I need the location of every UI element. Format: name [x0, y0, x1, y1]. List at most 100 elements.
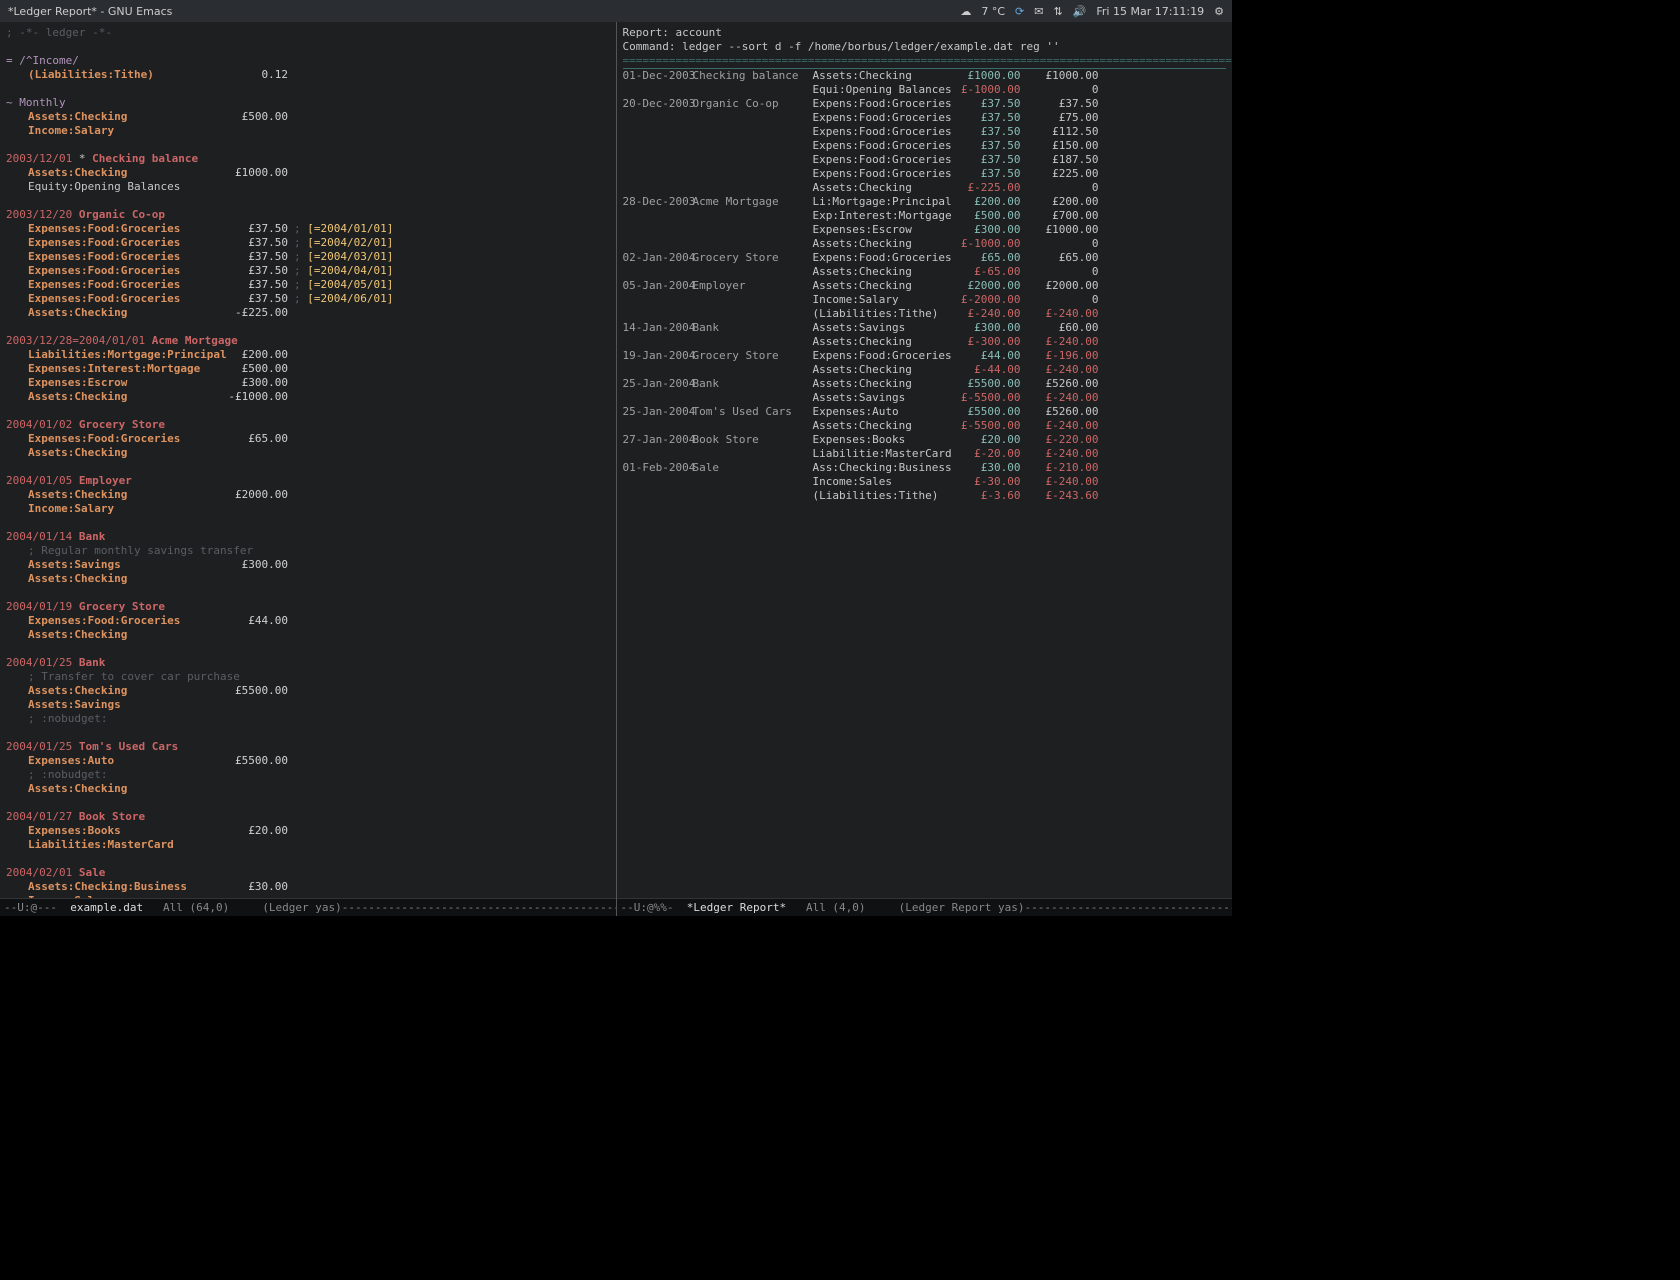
left-modeline: --U:@--- example.dat All (64,0) (Ledger … [0, 898, 616, 916]
transaction-header[interactable]: 2004/01/25 Bank [6, 656, 610, 670]
posting-line[interactable]: Assets:Savings£300.00 [6, 558, 610, 572]
posting-line[interactable]: Assets:Checking£5500.00 [6, 684, 610, 698]
modeline-position: All (64,0) [143, 901, 262, 914]
posting-line[interactable]: Equity:Opening Balances [6, 180, 610, 194]
modeline-mode: (Ledger Report yas) [899, 901, 1025, 914]
report-row[interactable]: Assets:Checking£-300.00£-240.00 [623, 335, 1227, 349]
report-row[interactable]: 25-Jan-2004Tom's Used CarsExpenses:Auto£… [623, 405, 1227, 419]
posting-line[interactable]: Assets:Checking£500.00 [6, 110, 610, 124]
mail-icon[interactable]: ✉ [1034, 5, 1043, 18]
posting-line[interactable]: Assets:Checking [6, 446, 610, 460]
weather-text: 7 °C [981, 5, 1005, 18]
clock[interactable]: Fri 15 Mar 17:11:19 [1096, 5, 1204, 18]
posting-line[interactable]: Assets:Checking-£1000.00 [6, 390, 610, 404]
posting-line[interactable]: Expenses:Food:Groceries£65.00 [6, 432, 610, 446]
report-row[interactable]: 01-Feb-2004SaleAss:Checking:Business£30.… [623, 461, 1227, 475]
report-row[interactable]: Assets:Checking£-44.00£-240.00 [623, 363, 1227, 377]
report-row[interactable]: Expens:Food:Groceries£37.50£75.00 [623, 111, 1227, 125]
posting-line[interactable]: Expenses:Food:Groceries£37.50; [=2004/06… [6, 292, 610, 306]
report-row[interactable]: Assets:Savings£-5500.00£-240.00 [623, 391, 1227, 405]
report-row[interactable]: Income:Sales£-30.00£-240.00 [623, 475, 1227, 489]
report-row[interactable]: (Liabilities:Tithe)£-240.00£-240.00 [623, 307, 1227, 321]
report-row[interactable]: Income:Salary£-2000.000 [623, 293, 1227, 307]
posting-line[interactable]: Expenses:Auto£5500.00 [6, 754, 610, 768]
posting-line[interactable]: Assets:Savings [6, 698, 610, 712]
right-modeline: --U:@%%- *Ledger Report* All (4,0) (Ledg… [617, 898, 1233, 916]
posting-line[interactable]: Assets:Checking£1000.00 [6, 166, 610, 180]
transaction-header[interactable]: 2003/12/01 * Checking balance [6, 152, 610, 166]
report-row[interactable]: 20-Dec-2003Organic Co-opExpens:Food:Groc… [623, 97, 1227, 111]
report-row[interactable]: Expenses:Escrow£300.00£1000.00 [623, 223, 1227, 237]
report-row[interactable]: 25-Jan-2004BankAssets:Checking£5500.00£5… [623, 377, 1227, 391]
report-row[interactable]: 01-Dec-2003Checking balanceAssets:Checki… [623, 69, 1227, 83]
report-row[interactable]: Assets:Checking£-225.000 [623, 181, 1227, 195]
posting-line[interactable]: Assets:Checking [6, 572, 610, 586]
refresh-icon[interactable]: ⟳ [1015, 5, 1024, 18]
posting-line[interactable]: Income:Salary [6, 502, 610, 516]
modeline-fill: ----------------------------------------… [1025, 901, 1232, 914]
report-label: Report: account [623, 26, 1227, 40]
transaction-header[interactable]: 2004/01/27 Book Store [6, 810, 610, 824]
report-row[interactable]: 05-Jan-2004EmployerAssets:Checking£2000.… [623, 279, 1227, 293]
posting-line[interactable]: Expenses:Food:Groceries£37.50; [=2004/04… [6, 264, 610, 278]
volume-icon[interactable]: 🔊 [1073, 5, 1087, 18]
modeline-mode: (Ledger yas) [262, 901, 341, 914]
posting-line[interactable]: Liabilities:Mortgage:Principal£200.00 [6, 348, 610, 362]
modeline-fill: ----------------------------------------… [342, 901, 616, 914]
network-icon[interactable]: ⇅ [1053, 5, 1062, 18]
report-row[interactable]: 14-Jan-2004BankAssets:Savings£300.00£60.… [623, 321, 1227, 335]
window-title: *Ledger Report* - GNU Emacs [8, 5, 960, 18]
report-row[interactable]: 27-Jan-2004Book StoreExpenses:Books£20.0… [623, 433, 1227, 447]
posting-line[interactable]: Income:Salary [6, 124, 610, 138]
emacs-frame: ; -*- ledger -*- = /^Income/(Liabilities… [0, 22, 1232, 916]
report-row[interactable]: 28-Dec-2003Acme MortgageLi:Mortgage:Prin… [623, 195, 1227, 209]
transaction-header[interactable]: 2004/01/02 Grocery Store [6, 418, 610, 432]
posting-line[interactable]: Expenses:Escrow£300.00 [6, 376, 610, 390]
posting-line[interactable]: Assets:Checking:Business£30.00 [6, 880, 610, 894]
report-row[interactable]: Exp:Interest:Mortgage£500.00£700.00 [623, 209, 1227, 223]
transaction-header[interactable]: 2004/01/05 Employer [6, 474, 610, 488]
transaction-header[interactable]: 2004/01/14 Bank [6, 530, 610, 544]
report-row[interactable]: Expens:Food:Groceries£37.50£150.00 [623, 139, 1227, 153]
report-row[interactable]: (Liabilities:Tithe)£-3.60£-243.60 [623, 489, 1227, 503]
ledger-report-buffer[interactable]: Report: accountCommand: ledger --sort d … [617, 22, 1233, 898]
transaction-header[interactable]: 2003/12/20 Organic Co-op [6, 208, 610, 222]
modeline-position: All (4,0) [786, 901, 899, 914]
report-row[interactable]: Assets:Checking£-1000.000 [623, 237, 1227, 251]
posting-line[interactable]: Expenses:Food:Groceries£44.00 [6, 614, 610, 628]
posting-line[interactable]: Assets:Checking [6, 628, 610, 642]
transaction-header[interactable]: 2003/12/28=2004/01/01 Acme Mortgage [6, 334, 610, 348]
ledger-source-buffer[interactable]: ; -*- ledger -*- = /^Income/(Liabilities… [0, 22, 616, 898]
report-row[interactable]: Assets:Checking£-65.000 [623, 265, 1227, 279]
posting-line[interactable]: (Liabilities:Tithe)0.12 [6, 68, 610, 82]
right-pane[interactable]: Report: accountCommand: ledger --sort d … [616, 22, 1233, 916]
posting-line[interactable]: Expenses:Food:Groceries£37.50; [=2004/02… [6, 236, 610, 250]
weather-icon[interactable]: ☁ [960, 5, 971, 18]
report-row[interactable]: Expens:Food:Groceries£37.50£112.50 [623, 125, 1227, 139]
posting-line[interactable]: Expenses:Food:Groceries£37.50; [=2004/05… [6, 278, 610, 292]
report-row[interactable]: Expens:Food:Groceries£37.50£225.00 [623, 167, 1227, 181]
posting-line[interactable]: Expenses:Food:Groceries£37.50; [=2004/01… [6, 222, 610, 236]
modeline-buffer-name: example.dat [70, 901, 143, 914]
report-row[interactable]: Assets:Checking£-5500.00£-240.00 [623, 419, 1227, 433]
left-pane[interactable]: ; -*- ledger -*- = /^Income/(Liabilities… [0, 22, 616, 916]
transaction-header[interactable]: 2004/01/19 Grocery Store [6, 600, 610, 614]
modeline-flags: --U:@%%- [621, 901, 687, 914]
report-row[interactable]: Expens:Food:Groceries£37.50£187.50 [623, 153, 1227, 167]
report-row[interactable]: Liabilitie:MasterCard£-20.00£-240.00 [623, 447, 1227, 461]
posting-line[interactable]: Assets:Checking£2000.00 [6, 488, 610, 502]
modeline-buffer-name: *Ledger Report* [687, 901, 786, 914]
posting-line[interactable]: Assets:Checking [6, 782, 610, 796]
report-row[interactable]: 02-Jan-2004Grocery StoreExpens:Food:Groc… [623, 251, 1227, 265]
report-separator: ========================================… [623, 54, 1227, 69]
posting-line[interactable]: Liabilities:MasterCard [6, 838, 610, 852]
transaction-header[interactable]: 2004/02/01 Sale [6, 866, 610, 880]
posting-line[interactable]: Assets:Checking-£225.00 [6, 306, 610, 320]
posting-line[interactable]: Expenses:Books£20.00 [6, 824, 610, 838]
posting-line[interactable]: Expenses:Food:Groceries£37.50; [=2004/03… [6, 250, 610, 264]
report-row[interactable]: Equi:Opening Balances£-1000.000 [623, 83, 1227, 97]
settings-gear-icon[interactable]: ⚙ [1214, 5, 1224, 18]
transaction-header[interactable]: 2004/01/25 Tom's Used Cars [6, 740, 610, 754]
posting-line[interactable]: Expenses:Interest:Mortgage£500.00 [6, 362, 610, 376]
report-row[interactable]: 19-Jan-2004Grocery StoreExpens:Food:Groc… [623, 349, 1227, 363]
